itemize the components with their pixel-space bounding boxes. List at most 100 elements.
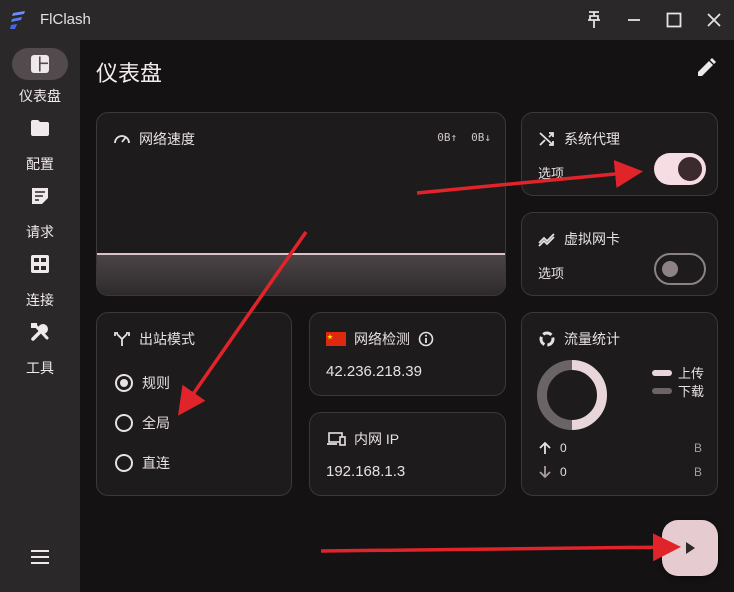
sidebar-item-label: 连接 (26, 292, 54, 308)
minimize-icon (628, 19, 640, 21)
traffic-download-row: 0 B (538, 465, 702, 479)
card-title: 虚拟网卡 (564, 231, 620, 247)
radio-button[interactable] (115, 374, 133, 392)
sidebar-item-requests[interactable]: 请求 (0, 176, 80, 240)
sidebar-item-dashboard[interactable]: 仪表盘 (0, 40, 80, 104)
mode-option-label: 全局 (142, 415, 170, 431)
maximize-button[interactable] (662, 8, 686, 32)
card-title: 内网 IP (354, 431, 400, 447)
download-speed: 0B↓ (471, 131, 491, 144)
download-total: 0 (560, 465, 567, 479)
mode-option-direct[interactable]: 直连 (115, 453, 170, 473)
shuffle-icon (539, 132, 554, 146)
network-check-card: 网络检测 42.236.218.39 (309, 312, 506, 396)
pin-icon (588, 11, 600, 28)
sidebar-item-label: 工具 (26, 360, 54, 376)
connections-icon (31, 255, 49, 273)
nav-pill (12, 248, 68, 280)
folder-icon (31, 120, 49, 136)
app-title: FlClash (40, 11, 91, 28)
card-title: 网络检测 (354, 331, 410, 347)
sidebar-item-tools[interactable]: 工具 (0, 312, 80, 376)
card-header: 流量统计 (538, 329, 620, 349)
card-header: 内网 IP (326, 429, 399, 449)
menu-button[interactable] (28, 545, 52, 569)
legend-label: 上传 (678, 366, 705, 381)
sidebar-item-label: 请求 (26, 224, 54, 240)
intranet-ip-card: 内网 IP 192.168.1.3 (309, 412, 506, 496)
upload-speed: 0B↑ (437, 131, 458, 144)
fork-icon (114, 332, 130, 346)
system-proxy-card: 系统代理 选项 (521, 112, 718, 196)
card-title: 网络速度 (139, 131, 195, 147)
card-header: 虚拟网卡 (538, 229, 620, 249)
card-header: 网络速度 (113, 129, 195, 149)
virtual-nic-card: 虚拟网卡 选项 (521, 212, 718, 296)
system-proxy-switch[interactable] (654, 153, 706, 185)
radio-button[interactable] (115, 454, 133, 472)
trending-icon (538, 233, 555, 247)
mode-option-global[interactable]: 全局 (115, 413, 170, 433)
local-ip: 192.168.1.3 (326, 463, 406, 480)
menu-icon (31, 550, 49, 564)
card-header: 网络检测 (326, 329, 434, 349)
public-ip: 42.236.218.39 (326, 363, 422, 380)
option-label: 选项 (538, 166, 565, 181)
outbound-mode-card: 出站模式 规则 全局 直连 (96, 312, 292, 496)
info-icon[interactable] (418, 331, 434, 347)
card-title: 出站模式 (139, 331, 195, 347)
switch-knob (662, 261, 678, 277)
traffic-card: 流量统计 上传 下载 0 B 0 B (521, 312, 718, 496)
virtual-nic-switch[interactable] (654, 253, 706, 285)
nav-pill (12, 48, 68, 80)
speedometer-icon (114, 135, 130, 144)
maximize-icon (666, 12, 682, 28)
upload-total: 0 (560, 441, 567, 455)
nav-pill (12, 316, 68, 348)
nav-pill (12, 180, 68, 212)
download-unit: B (693, 465, 702, 479)
pin-button[interactable] (582, 8, 606, 32)
edit-button[interactable] (694, 56, 718, 80)
card-title: 系统代理 (564, 131, 620, 147)
minimize-button[interactable] (622, 8, 646, 32)
mode-option-label: 规则 (142, 375, 170, 391)
upload-unit: B (693, 441, 702, 455)
annotation-arrows (177, 160, 681, 562)
request-icon (32, 188, 48, 204)
speed-legend: 0B↑ 0B↓ (437, 131, 491, 144)
sidebar-item-label: 仪表盘 (19, 88, 61, 104)
arrow-down-icon (539, 466, 551, 479)
legend-swatch (652, 387, 672, 394)
network-speed-card: 网络速度 0B↑ 0B↓ (96, 112, 506, 296)
nav-pill (12, 112, 68, 144)
start-button[interactable] (662, 520, 718, 576)
sidebar-item-profiles[interactable]: 配置 (0, 108, 80, 172)
pencil-icon (698, 58, 716, 76)
sidebar: 仪表盘 配置 请求 连接 工具 (0, 40, 80, 592)
china-flag-icon (326, 332, 346, 346)
arrow-up-icon (539, 441, 551, 454)
annotation-arrow (320, 533, 681, 562)
play-icon (686, 542, 695, 554)
title-bar: FlClash (0, 0, 734, 40)
devices-icon (327, 432, 346, 446)
traffic-upload-row: 0 B (538, 441, 702, 455)
legend-label: 下载 (678, 384, 705, 399)
mode-option-rule[interactable]: 规则 (115, 373, 170, 393)
card-header: 出站模式 (113, 329, 195, 349)
legend-upload: 上传 (652, 363, 704, 382)
sidebar-item-connections[interactable]: 连接 (0, 244, 80, 308)
card-header: 系统代理 (538, 129, 620, 149)
legend-download: 下载 (652, 381, 704, 400)
mode-option-label: 直连 (142, 455, 170, 471)
legend-swatch (652, 369, 672, 376)
radio-button[interactable] (115, 414, 133, 432)
app-logo-icon (10, 11, 25, 29)
donut-chart-icon (539, 331, 555, 347)
traffic-donut-chart (537, 360, 607, 430)
switch-knob (678, 157, 702, 181)
tools-icon (31, 323, 49, 341)
close-button[interactable] (702, 8, 726, 32)
dashboard-icon (31, 55, 49, 73)
